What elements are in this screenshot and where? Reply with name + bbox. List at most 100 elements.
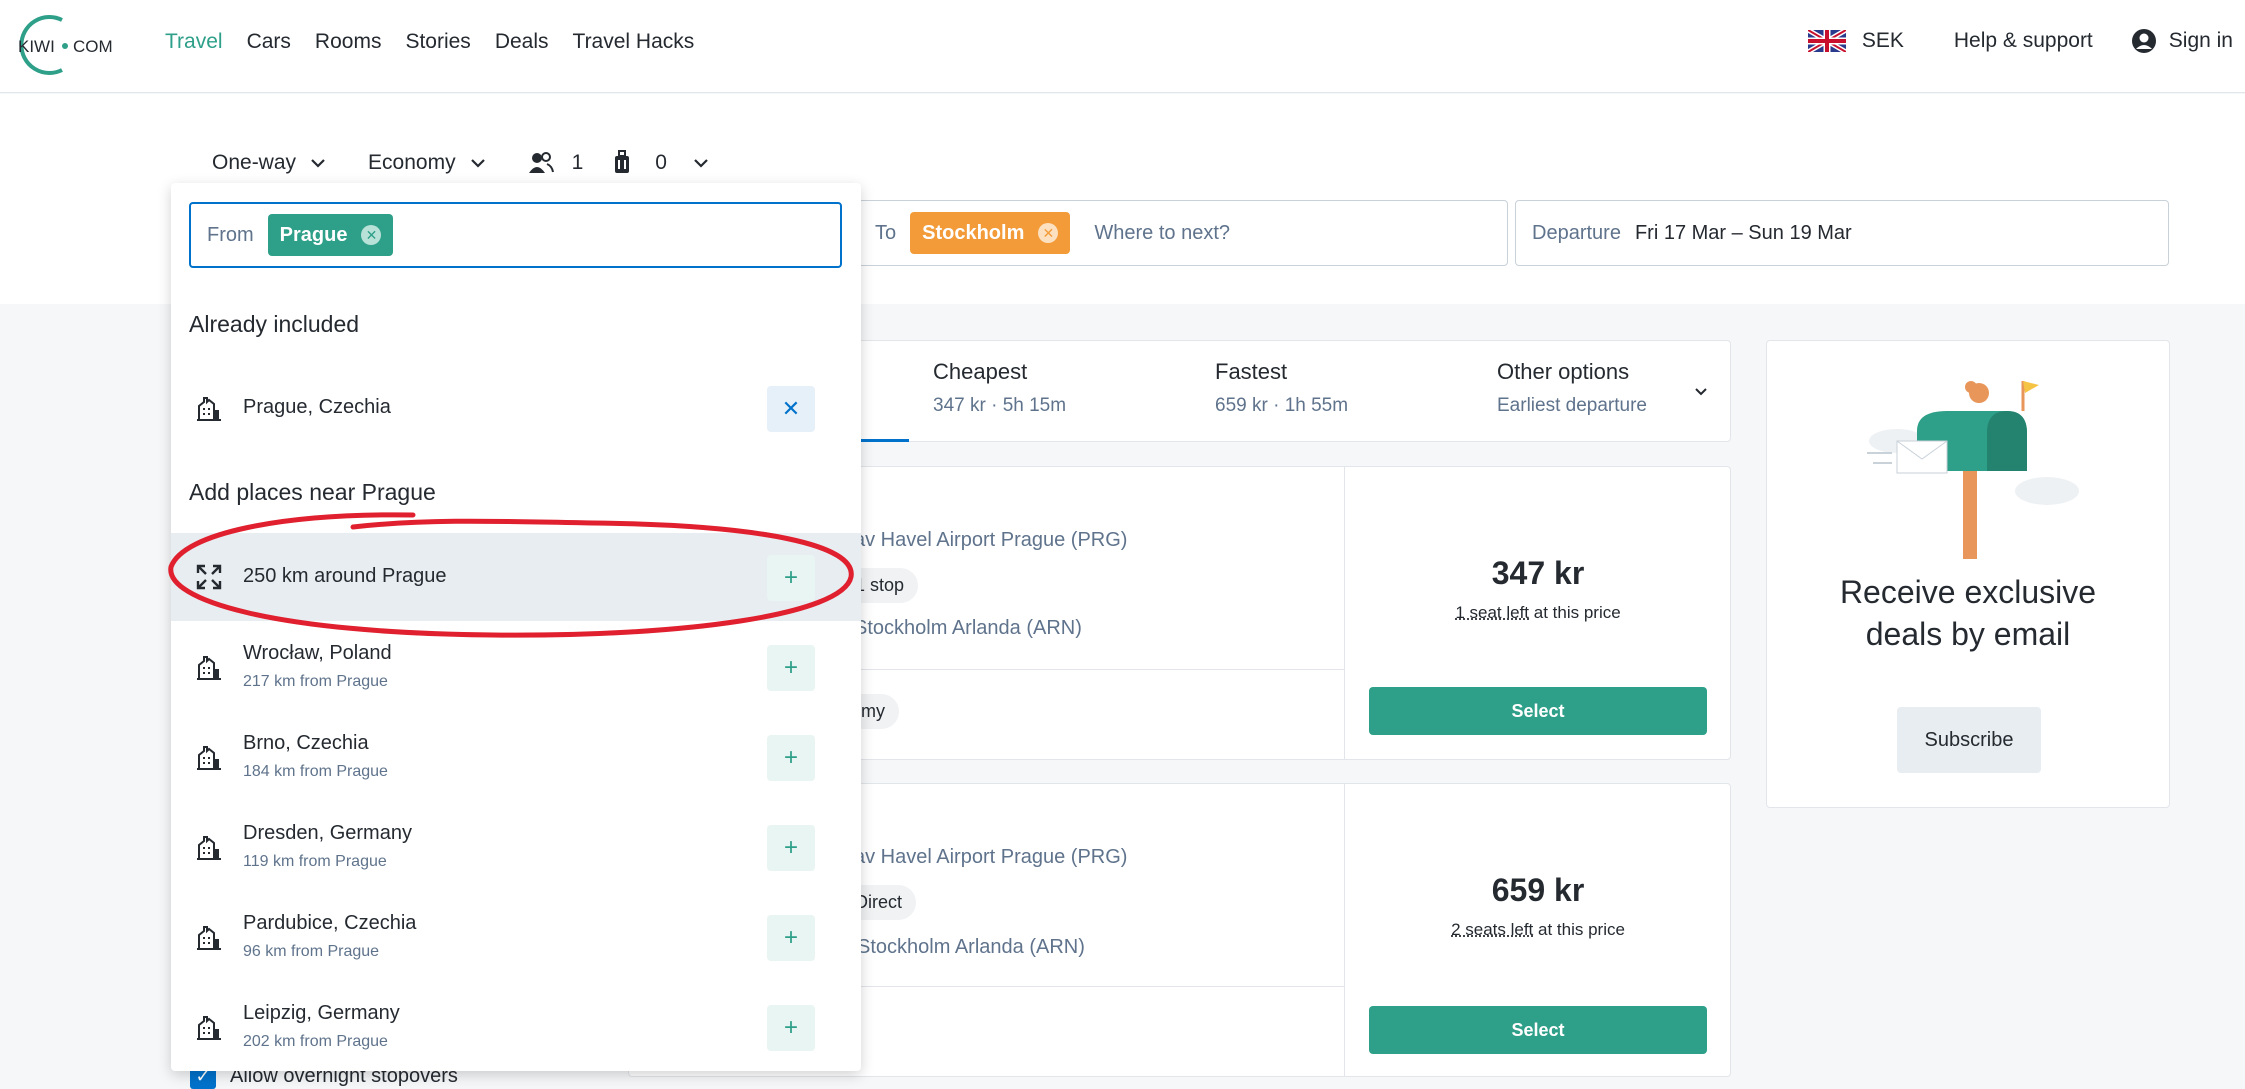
origin-dropdown: From Prague ✕ Already included Prague, C… — [171, 183, 861, 1071]
help-support-link[interactable]: Help & support — [1954, 29, 2093, 53]
tab-fastest[interactable]: Fastest 659 kr · 1h 55m — [1215, 359, 1348, 417]
svg-text:COM: COM — [73, 37, 113, 56]
trip-type-select[interactable]: One-way — [212, 151, 326, 175]
place-row[interactable]: Leipzig, Germany 202 km from Prague + — [171, 983, 861, 1071]
from-field[interactable]: From Prague ✕ — [189, 202, 842, 268]
place-name: Prague, Czechia — [243, 396, 391, 418]
from-label: From — [207, 223, 254, 246]
destination-input[interactable]: Where to next? — [1094, 222, 1230, 245]
tab-cheapest-title: Cheapest — [933, 359, 1028, 384]
newsletter-title: Receive exclusive deals by email — [1839, 574, 2097, 652]
seats-left: 1 seat left at this price — [1344, 603, 1732, 623]
place-row[interactable]: Wrocław, Poland 217 km from Prague + — [171, 623, 861, 711]
add-place-button[interactable]: + — [767, 735, 815, 781]
kiwi-logo[interactable]: KIWI COM — [10, 14, 130, 76]
add-place-button[interactable]: + — [767, 825, 815, 871]
place-distance: 184 km from Prague — [243, 763, 388, 780]
nav-cars[interactable]: Cars — [247, 30, 291, 54]
add-place-button[interactable]: + — [767, 645, 815, 691]
sign-in-link[interactable]: Sign in — [2169, 29, 2233, 53]
tab-cheapest[interactable]: Cheapest 347 kr · 5h 15m — [933, 359, 1066, 417]
destination-airport: Stockholm Arlanda (ARN) — [854, 617, 1082, 639]
place-name: Wrocław, Poland — [243, 642, 392, 664]
seats-left-count: 2 seats left — [1451, 920, 1534, 939]
place-row[interactable]: Brno, Czechia 184 km from Prague + — [171, 713, 861, 801]
header-right: SEK Help & support Sign in — [1807, 28, 2233, 54]
tab-fastest-title: Fastest — [1215, 359, 1288, 384]
add-place-button[interactable]: + — [767, 1005, 815, 1051]
cabin-class-select[interactable]: Economy — [368, 151, 486, 175]
place-distance: 119 km from Prague — [243, 853, 387, 870]
nav-deals[interactable]: Deals — [495, 30, 549, 54]
departure-value: Fri 17 Mar – Sun 19 Mar — [1634, 221, 1852, 244]
tab-fastest-sub: 659 kr · 1h 55m — [1215, 395, 1349, 416]
seats-left: 2 seats left at this price — [1344, 920, 1732, 940]
tab-other-title: Other options — [1497, 359, 1630, 384]
remove-origin-icon[interactable]: ✕ — [361, 225, 382, 245]
place-row-radius[interactable]: 250 km around Prague + — [171, 533, 861, 621]
currency-selector[interactable]: SEK — [1862, 29, 1904, 53]
city-icon — [197, 746, 221, 770]
to-label: To — [875, 221, 897, 244]
place-name: Pardubice, Czechia — [243, 912, 417, 934]
place-row[interactable]: Pardubice, Czechia 96 km from Prague + — [171, 893, 861, 981]
seats-left-text: at this price — [1529, 603, 1621, 622]
origin-chip: Prague ✕ — [267, 214, 394, 256]
nav-stories[interactable]: Stories — [405, 30, 470, 54]
destination-chip: Stockholm ✕ — [910, 212, 1071, 254]
passengers-select[interactable]: 1 — [528, 151, 584, 175]
passenger-count: 1 — [571, 151, 584, 174]
origin-chip-label: Prague — [279, 223, 348, 246]
origin-airport: av Havel Airport Prague (PRG) — [854, 529, 1128, 551]
chevron-down-icon — [470, 159, 485, 168]
origin-airport: av Havel Airport Prague (PRG) — [854, 846, 1128, 868]
seats-left-text: at this price — [1533, 920, 1625, 939]
city-icon — [197, 656, 221, 680]
city-icon — [197, 397, 221, 421]
place-name: Dresden, Germany — [243, 822, 412, 844]
price: 347 kr — [1491, 555, 1585, 591]
bags-select[interactable]: 0 — [613, 150, 709, 176]
tab-cheapest-sub: 347 kr · 5h 15m — [933, 395, 1067, 416]
destination-chip-label: Stockholm — [922, 221, 1025, 244]
nav-rooms[interactable]: Rooms — [315, 30, 382, 54]
baggage-icon — [615, 150, 630, 173]
seats-left-count: 1 seat left — [1455, 603, 1530, 622]
select-button[interactable]: Select — [1369, 687, 1707, 735]
add-place-button[interactable]: + — [767, 555, 815, 601]
place-name: Brno, Czechia — [243, 732, 369, 754]
trip-type-label: One-way — [212, 151, 297, 174]
to-field[interactable]: To Stockholm ✕ Where to next? — [848, 200, 1508, 266]
newsletter-card: Receive exclusive deals by email Subscri… — [1766, 340, 2170, 808]
nav-travel[interactable]: Travel — [165, 30, 223, 54]
tab-other-options[interactable]: Other options Earliest departure — [1497, 359, 1647, 417]
subscribe-button[interactable]: Subscribe — [1897, 707, 2041, 773]
place-name: 250 km around Prague — [243, 565, 447, 587]
remove-destination-icon[interactable]: ✕ — [1038, 223, 1059, 243]
place-row[interactable]: Dresden, Germany 119 km from Prague + — [171, 803, 861, 891]
chevron-down-icon — [694, 159, 708, 168]
tab-other-sub: Earliest departure — [1497, 395, 1647, 416]
already-included-title: Already included — [189, 311, 360, 337]
chevron-down-icon[interactable] — [1694, 387, 1708, 397]
select-button[interactable]: Select — [1369, 1006, 1707, 1054]
svg-text:KIWI: KIWI — [18, 37, 55, 56]
bag-count: 0 — [655, 151, 667, 174]
main-nav: Travel Cars Rooms Stories Deals Travel H… — [165, 30, 718, 54]
remove-place-button[interactable]: ✕ — [767, 386, 815, 432]
city-icon — [197, 1016, 221, 1040]
place-distance: 96 km from Prague — [243, 943, 380, 960]
place-distance: 217 km from Prague — [243, 673, 388, 690]
place-name: Leipzig, Germany — [243, 1002, 400, 1024]
user-icon[interactable] — [2131, 28, 2157, 54]
place-distance: 202 km from Prague — [243, 1033, 388, 1050]
top-navigation-bar: KIWI COM Travel Cars Rooms Stories Deals… — [0, 0, 2245, 93]
included-place-row: Prague, Czechia ✕ — [171, 364, 861, 452]
uk-flag-icon[interactable] — [1807, 30, 1846, 52]
departure-field[interactable]: Departure Fri 17 Mar – Sun 19 Mar — [1515, 200, 2169, 266]
add-place-button[interactable]: + — [767, 915, 815, 961]
search-options: One-way Economy 1 0 — [212, 150, 751, 176]
passengers-icon — [528, 152, 554, 173]
nav-travel-hacks[interactable]: Travel Hacks — [573, 30, 695, 54]
cabin-class-label: Economy — [368, 151, 456, 174]
